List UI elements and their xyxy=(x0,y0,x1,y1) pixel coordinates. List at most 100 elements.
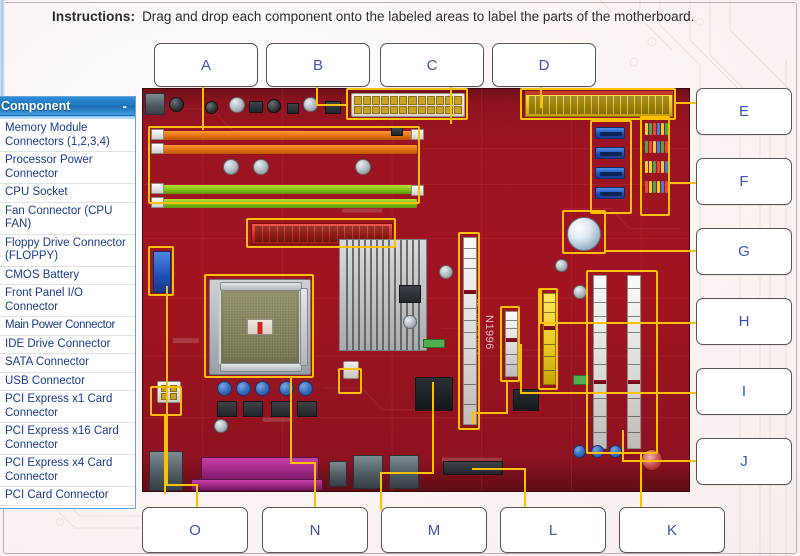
component-item-cpu-socket[interactable]: CPU Socket xyxy=(0,184,135,203)
component-item-usb-connector[interactable]: USB Connector xyxy=(0,373,135,391)
capacitor xyxy=(214,419,228,433)
leader-i2 xyxy=(520,392,712,394)
component-item-memory-module-connectors[interactable]: Memory Module Connectors (1,2,3,4) xyxy=(0,120,135,152)
component-item-front-panel-io-connector[interactable]: Front Panel I/O Connector xyxy=(0,285,135,317)
sata-connector xyxy=(595,127,625,139)
sata-connector xyxy=(595,187,625,199)
capacitor xyxy=(223,159,239,175)
capacitor xyxy=(439,265,453,279)
socket-lever xyxy=(220,363,302,372)
southbridge-chip xyxy=(415,377,453,411)
processor-power-connector xyxy=(157,381,181,403)
drop-target-i[interactable]: I xyxy=(696,368,792,415)
leader-m3 xyxy=(380,472,382,510)
motherboard-image: MS-7235 VER:2.1 N1996 xyxy=(142,88,690,492)
capacitor xyxy=(355,159,371,175)
capacitor xyxy=(267,99,281,113)
board-model-text: N1996 xyxy=(483,315,495,350)
capacitor xyxy=(573,445,586,458)
leader-k xyxy=(640,452,642,510)
main-power-connector xyxy=(351,93,465,117)
component-item-fan-connector[interactable]: Fan Connector (CPU FAN) xyxy=(0,203,135,235)
cpu-socket-pins xyxy=(219,288,301,365)
component-item-pci-express-x4[interactable]: PCI Express x4 Card Connector xyxy=(0,455,135,487)
usb-port xyxy=(329,461,347,487)
front-panel-io-connector xyxy=(645,181,668,193)
capacitor xyxy=(236,381,251,396)
drop-target-e[interactable]: E xyxy=(696,88,792,135)
capacitor xyxy=(205,101,218,114)
component-item-floppy-drive-connector[interactable]: Floppy Drive Connector (FLOPPY) xyxy=(0,235,135,267)
component-panel-header: Component - xyxy=(0,97,135,116)
leader-d xyxy=(540,84,542,108)
leader-l2 xyxy=(472,412,508,414)
mosfet xyxy=(297,401,317,417)
chip xyxy=(399,285,421,303)
capacitor xyxy=(591,445,604,458)
sata-connector xyxy=(595,167,625,179)
instructions-text: Drag and drop each component onto the la… xyxy=(142,8,695,24)
component xyxy=(423,339,445,348)
leader-m2 xyxy=(380,472,434,474)
component-item-main-power-connector[interactable]: Main Power Connector xyxy=(0,317,135,336)
drop-target-c[interactable]: C xyxy=(380,43,484,87)
drop-target-b[interactable]: B xyxy=(266,43,370,87)
leader-n3 xyxy=(314,462,316,510)
ide-drive-connector xyxy=(525,93,673,117)
leader-l4 xyxy=(524,470,526,510)
leader-l1 xyxy=(506,382,508,414)
cmos-battery xyxy=(567,217,601,251)
instructions-label: Instructions: xyxy=(52,8,136,24)
component-item-cmos-battery[interactable]: CMOS Battery xyxy=(0,267,135,285)
dimm-clip xyxy=(411,129,424,140)
component-item-ide-drive-connector[interactable]: IDE Drive Connector xyxy=(0,336,135,354)
leader-n1 xyxy=(290,378,292,464)
instructions: Instructions: Drag and drop each compone… xyxy=(52,3,782,29)
chip xyxy=(287,103,299,114)
leader-l5 xyxy=(472,468,526,470)
component-item-pci-express-x16[interactable]: PCI Express x16 Card Connector xyxy=(0,423,135,455)
leader-o1 xyxy=(166,286,168,486)
component-panel: Component - Memory Module Connectors (1,… xyxy=(0,96,136,509)
leader-b2 xyxy=(316,104,348,106)
dimm-clip xyxy=(151,143,164,154)
drop-target-g[interactable]: G xyxy=(696,228,792,275)
drop-target-n[interactable]: N xyxy=(262,507,368,553)
socket-key xyxy=(247,318,273,335)
component-item-pci-card-connector[interactable]: PCI Card Connector xyxy=(0,487,135,506)
leader-h2 xyxy=(540,322,712,324)
capacitor xyxy=(555,259,568,272)
pci-card-slot xyxy=(593,275,607,449)
drop-target-h[interactable]: H xyxy=(696,298,792,345)
drop-target-f[interactable]: F xyxy=(696,158,792,205)
component xyxy=(573,375,589,385)
capacitor xyxy=(298,381,313,396)
component-item-sata-connector[interactable]: SATA Connector xyxy=(0,354,135,373)
drop-target-m[interactable]: M xyxy=(381,507,487,553)
component-list: Memory Module Connectors (1,2,3,4) Proce… xyxy=(0,119,135,508)
component-item-pci-express-x1[interactable]: PCI Express x1 Card Connector xyxy=(0,391,135,423)
component-panel-title: Component xyxy=(1,99,71,113)
capacitor xyxy=(255,381,270,396)
capacitor xyxy=(169,97,184,112)
leader-i1 xyxy=(520,344,522,394)
drop-target-l[interactable]: L xyxy=(500,507,606,553)
exercise-canvas: Instructions: Drag and drop each compone… xyxy=(0,0,800,556)
pci-express-x1-slot xyxy=(505,311,518,377)
parallel-port-shell xyxy=(191,479,323,491)
drop-target-j[interactable]: J xyxy=(696,438,792,485)
drop-target-o[interactable]: O xyxy=(142,507,248,553)
leader-o2 xyxy=(166,484,198,486)
chip xyxy=(391,127,403,136)
minimize-button[interactable]: - xyxy=(122,98,127,114)
leader-n2 xyxy=(290,462,316,464)
capacitor xyxy=(609,445,622,458)
memory-module-connector xyxy=(155,199,417,208)
cpu-socket xyxy=(209,279,311,375)
io-shield-port xyxy=(145,93,165,115)
pci-express-x4-slot xyxy=(543,293,556,385)
drop-target-d[interactable]: D xyxy=(492,43,596,87)
drop-target-k[interactable]: K xyxy=(619,507,725,553)
component-item-processor-power-connector[interactable]: Processor Power Connector xyxy=(0,152,135,184)
drop-target-a[interactable]: A xyxy=(154,43,258,87)
